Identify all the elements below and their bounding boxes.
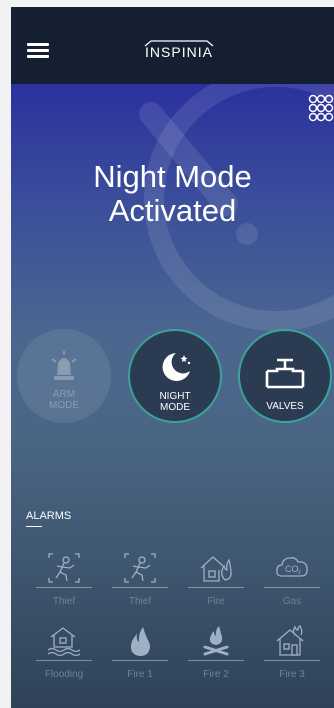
alarms-section-title: ALARMS [26,510,72,522]
alarm-label: Flooding [44,669,84,680]
svg-text:2: 2 [298,570,301,576]
alarms-title-underline [26,526,42,527]
thief-icon [48,553,80,583]
gas-co2-icon: CO 2 [276,557,308,577]
alarm-label: Fire [207,596,225,607]
alarm-flooding[interactable]: Flooding [28,617,98,680]
alarm-label: Thief [128,596,152,607]
valves-button[interactable]: VALVES [238,329,332,423]
alarm-label: Gas [282,596,302,607]
alarm-label: Fire 3 [279,669,305,680]
phone-screen: INSPINIA Night Mode Activated ARM MODE N… [11,7,334,708]
top-bar: INSPINIA [11,7,334,84]
status-headline: Night Mode Activated [11,160,334,228]
campfire-icon [203,626,229,656]
alarm-label: Fire 2 [203,669,229,680]
burning-house-icon [276,625,304,656]
fire-house-icon [200,556,232,582]
headline-line-1: Night Mode [93,159,252,194]
alarm-label: Fire 1 [127,669,153,680]
alarm-label: Thief [52,596,76,607]
alarm-thief-2[interactable]: Thief [104,544,174,607]
flooding-icon [47,627,81,657]
moon-icon [162,353,191,381]
alarm-fire[interactable]: Fire [180,544,250,607]
arm-mode-label: ARM MODE [49,389,79,411]
thief-icon [124,553,156,583]
alarm-thief-1[interactable]: Thief [28,544,98,607]
flame-icon [130,627,150,656]
grid-menu-icon[interactable] [308,94,334,124]
app-logo: INSPINIA [145,44,213,60]
headline-line-2: Activated [108,193,237,228]
night-mode-button[interactable]: NIGHT MODE [128,329,222,423]
valves-label: VALVES [266,401,304,412]
alarm-gas[interactable]: CO 2 Gas [256,544,326,607]
arm-mode-button[interactable]: ARM MODE [17,329,111,423]
siren-icon [51,351,77,380]
alarm-fire-2[interactable]: Fire 2 [180,617,250,680]
alarm-fire-1[interactable]: Fire 1 [104,617,174,680]
menu-icon[interactable] [27,43,49,58]
svg-text:CO: CO [285,564,299,574]
valve-icon [265,358,305,389]
night-mode-label: NIGHT MODE [159,391,191,413]
alarm-fire-3[interactable]: Fire 3 [256,617,326,680]
